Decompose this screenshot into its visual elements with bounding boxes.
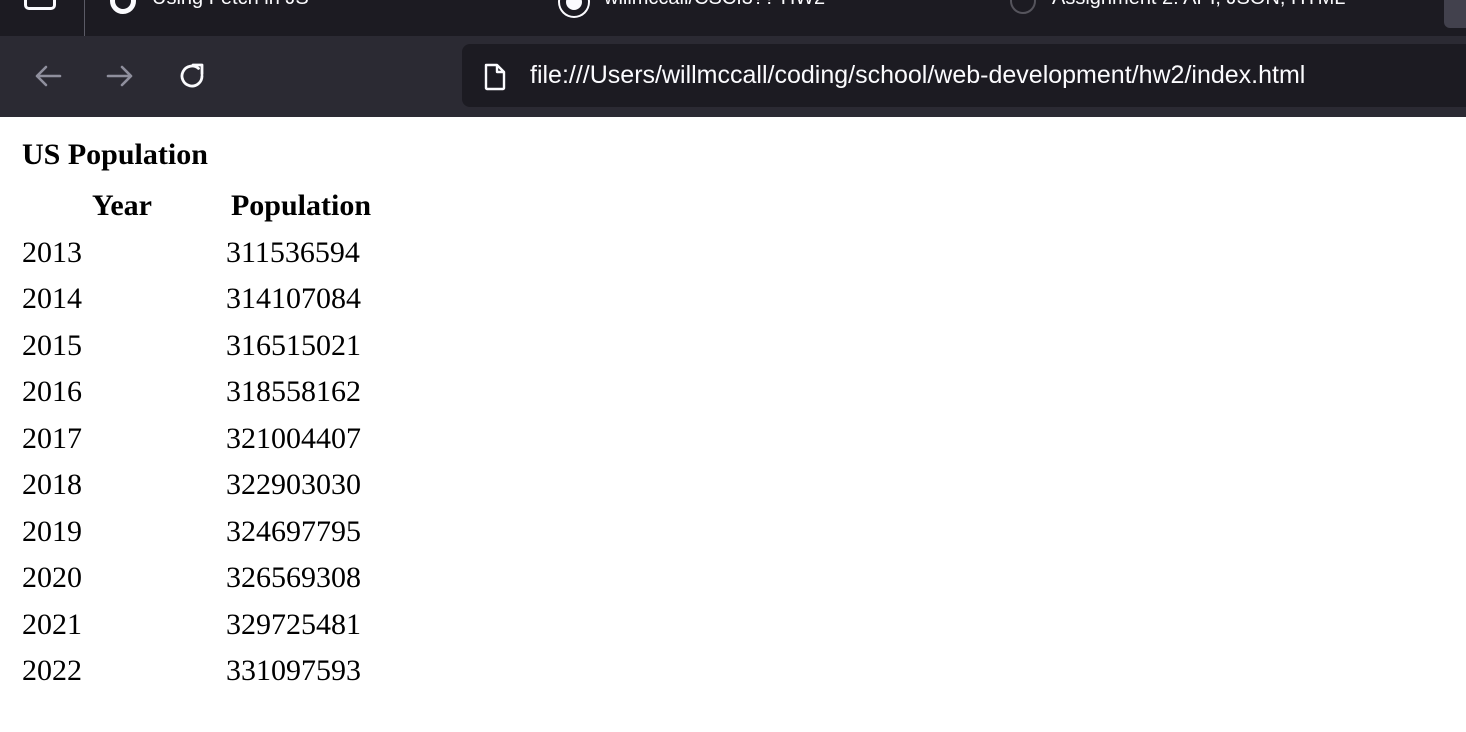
- browser-chrome: Using Fetch in JS willmccall/CSCI3?? HW2…: [0, 0, 1466, 117]
- page-content: US Population Year Population 2013 31153…: [0, 117, 1466, 732]
- table-row: 2016 318558162: [20, 369, 378, 416]
- population-cell: 311536594: [226, 235, 360, 269]
- tab-label: Assignment 2: API, JSON, HTML: [1052, 0, 1345, 10]
- reload-icon: [180, 63, 204, 88]
- population-cell: 314107084: [226, 282, 361, 316]
- year-cell: 2014: [22, 282, 82, 316]
- page-icon: [484, 63, 506, 91]
- population-cell: 329725481: [226, 607, 361, 641]
- year-cell: 2015: [22, 328, 82, 362]
- year-cell: 2016: [22, 375, 82, 409]
- tab-label: Using Fetch in JS: [152, 0, 309, 10]
- population-cell: 326569308: [226, 561, 361, 595]
- table-header-row: Year Population: [20, 183, 378, 230]
- population-cell: 321004407: [226, 421, 361, 455]
- tab-strip: Using Fetch in JS willmccall/CSCI3?? HW2…: [0, 0, 1466, 36]
- tab-divider: [84, 0, 85, 36]
- arrow-right-icon: [106, 65, 133, 87]
- reload-button[interactable]: [172, 56, 212, 96]
- table-row: 2019 324697795: [20, 509, 378, 556]
- population-cell: 318558162: [226, 375, 361, 409]
- page-title: US Population: [22, 138, 208, 171]
- table-row: 2021 329725481: [20, 602, 378, 649]
- address-bar[interactable]: file:///Users/willmccall/coding/school/w…: [462, 44, 1466, 107]
- back-button[interactable]: [28, 56, 68, 96]
- table-row: 2020 326569308: [20, 555, 378, 602]
- circle-logo-icon: [110, 0, 136, 14]
- population-cell: 316515021: [226, 328, 361, 362]
- population-cell: 324697795: [226, 514, 361, 548]
- population-cell: 331097593: [226, 654, 361, 688]
- year-cell: 2017: [22, 421, 82, 455]
- tab-label: willmccall/CSCI3?? HW2: [604, 0, 825, 10]
- column-header-year: Year: [92, 189, 152, 223]
- table-row: 2014 314107084: [20, 276, 378, 323]
- column-header-population: Population: [230, 189, 372, 223]
- table-row: 2018 322903030: [20, 462, 378, 509]
- course-icon: [1010, 0, 1036, 14]
- population-cell: 322903030: [226, 468, 361, 502]
- table-row: 2022 331097593: [20, 648, 378, 695]
- arrow-left-icon: [35, 65, 62, 87]
- year-cell: 2021: [22, 607, 82, 641]
- year-cell: 2013: [22, 235, 82, 269]
- active-tab[interactable]: [1444, 0, 1466, 28]
- population-table: Year Population 2013 311536594 2014 3141…: [20, 183, 378, 695]
- year-cell: 2020: [22, 561, 82, 595]
- forward-button[interactable]: [100, 56, 140, 96]
- table-row: 2015 316515021: [20, 323, 378, 370]
- table-row: 2017 321004407: [20, 416, 378, 463]
- year-cell: 2022: [22, 654, 82, 688]
- year-cell: 2018: [22, 468, 82, 502]
- year-cell: 2019: [22, 514, 82, 548]
- tab-list-button[interactable]: [24, 0, 56, 10]
- url-text: file:///Users/willmccall/coding/school/w…: [530, 61, 1306, 89]
- github-icon: [560, 0, 588, 16]
- table-row: 2013 311536594: [20, 230, 378, 277]
